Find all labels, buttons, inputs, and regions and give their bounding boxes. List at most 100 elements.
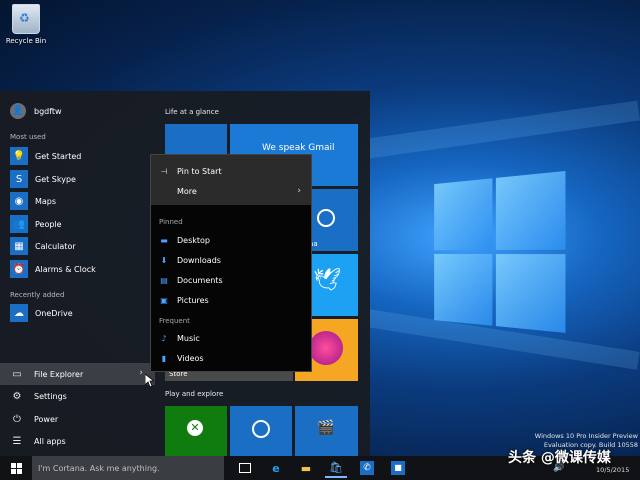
list-icon: ☰ [12, 435, 22, 447]
start-left-column: 👤 bgdftw Most used 💡 Get Started S Get S… [0, 91, 155, 456]
chevron-right-icon[interactable]: › [139, 368, 143, 378]
music-icon: ♪ [161, 333, 167, 343]
pin-icon: ⊣ [160, 166, 168, 176]
file-explorer-label: File Explorer [34, 369, 84, 379]
store-taskbar-button[interactable]: 🛍 [325, 458, 347, 478]
watermark-line1: Windows 10 Pro Insider Preview [534, 432, 638, 440]
app-calculator[interactable]: ▦ Calculator [10, 236, 150, 256]
alarm-clock-icon: ⏰ [10, 260, 28, 278]
life-at-a-glance-header: Life at a glance [165, 108, 219, 116]
pin-to-start-item[interactable]: ⊣ Pin to Start [159, 163, 309, 179]
power-icon: ⏻ [13, 413, 21, 425]
phone-taskbar-button[interactable]: ✆ [356, 458, 378, 478]
pictures-icon: ▣ [160, 295, 168, 305]
xbox-tile[interactable]: ✕ [165, 406, 227, 456]
people-icon: 👥 [10, 215, 28, 233]
folder-icon: ▭ [12, 368, 22, 380]
mouse-cursor-icon [145, 374, 154, 388]
file-explorer-row[interactable]: ▭ File Explorer › [0, 363, 155, 385]
app-alarms-clock[interactable]: ⏰ Alarms & Clock [10, 259, 150, 279]
light-beam [359, 100, 640, 160]
power-label: Power [34, 414, 59, 424]
chevron-right-icon: › [297, 186, 301, 196]
task-view-icon [239, 463, 251, 473]
frequent-label: Music [177, 333, 200, 343]
pinned-label: Pictures [177, 295, 209, 305]
skype-icon: S [10, 170, 28, 188]
onedrive-icon: ☁ [10, 304, 28, 322]
app-label: Get Started [35, 151, 82, 161]
file-explorer-taskbar-button[interactable]: ▬ [295, 458, 317, 478]
download-icon: ⬇ [160, 255, 168, 265]
pinned-label: Desktop [177, 235, 210, 245]
settings-item[interactable]: ⚙ Settings [10, 387, 150, 405]
task-view-button[interactable] [234, 458, 256, 478]
pinned-desktop[interactable]: ▬ Desktop [159, 232, 309, 248]
pinned-documents[interactable]: ▤ Documents [159, 272, 309, 288]
edge-icon: e [272, 461, 280, 475]
pinned-label: Documents [177, 275, 223, 285]
app-maps[interactable]: ◉ Maps [10, 191, 150, 211]
app-onedrive[interactable]: ☁ OneDrive [10, 303, 150, 323]
more-item[interactable]: More › [159, 183, 309, 199]
avatar: 👤 [10, 103, 26, 119]
frequent-videos[interactable]: ▮ Videos [159, 350, 309, 366]
app-label: Maps [35, 196, 57, 206]
cortana-search-box[interactable]: I'm Cortana. Ask me anything. [32, 456, 224, 480]
mail-tile-text: We speak Gmail [262, 143, 335, 153]
recycle-bin-icon [12, 4, 40, 34]
all-apps-label: All apps [34, 436, 66, 446]
clapperboard-icon: 🎬 [317, 420, 335, 436]
file-explorer-item[interactable]: ▭ File Explorer [10, 365, 150, 383]
store-bag-icon: 🛍 [329, 460, 343, 474]
pinned-downloads[interactable]: ⬇ Downloads [159, 252, 309, 268]
recently-added-header: Recently added [10, 291, 65, 299]
candy-icon [309, 331, 343, 365]
user-name: bgdftw [34, 106, 62, 116]
edge-button[interactable]: e [265, 458, 287, 478]
most-used-header: Most used [10, 133, 46, 141]
calculator-icon: ▦ [10, 237, 28, 255]
jump-list-context-menu: ⊣ Pin to Start More › Pinned ▬ Desktop ⬇… [151, 155, 311, 371]
power-item[interactable]: ⏻ Power [10, 410, 150, 428]
user-account[interactable]: 👤 bgdftw [10, 103, 62, 119]
video-taskbar-button[interactable]: ■ [387, 458, 409, 478]
phone-icon: ✆ [360, 461, 374, 475]
all-apps-item[interactable]: ☰ All apps [10, 432, 150, 450]
maps-icon: ◉ [10, 192, 28, 210]
play-and-explore-header: Play and explore [165, 390, 224, 398]
pin-to-start-label: Pin to Start [177, 166, 222, 176]
frequent-music[interactable]: ♪ Music [159, 330, 309, 346]
pinned-header: Pinned [159, 218, 183, 226]
xbox-icon: ✕ [187, 420, 203, 436]
recycle-bin[interactable]: Recycle Bin [4, 4, 48, 45]
store-tile-label: Store [169, 370, 188, 378]
settings-label: Settings [34, 391, 67, 401]
frequent-label: Videos [177, 353, 204, 363]
lightbulb-icon: 💡 [10, 147, 28, 165]
windows-logo-wallpaper [434, 170, 567, 335]
cortana-ring-icon [317, 209, 335, 227]
documents-icon: ▤ [160, 275, 168, 285]
pinned-pictures[interactable]: ▣ Pictures [159, 292, 309, 308]
app-label: People [35, 219, 62, 229]
app-label: Calculator [35, 241, 76, 251]
taskbar-clock-date[interactable]: 10/5/2015 [596, 466, 629, 474]
frequent-header: Frequent [159, 317, 190, 325]
movies-tile[interactable]: 🎬 [295, 406, 358, 456]
groove-music-tile[interactable] [230, 406, 292, 456]
gear-icon: ⚙ [12, 390, 22, 402]
search-placeholder: I'm Cortana. Ask me anything. [38, 463, 160, 473]
start-button[interactable] [0, 456, 32, 480]
more-label: More [177, 186, 197, 196]
pinned-label: Downloads [177, 255, 221, 265]
app-get-started[interactable]: 💡 Get Started [10, 146, 150, 166]
video-camera-icon: ■ [391, 461, 405, 475]
app-label: Get Skype [35, 174, 76, 184]
twitter-bird-icon: 🕊 [313, 268, 341, 293]
app-people[interactable]: 👥 People [10, 214, 150, 234]
folder-icon: ▬ [300, 461, 312, 475]
desktop-icon: ▬ [160, 235, 168, 245]
windows-icon [10, 462, 22, 474]
app-get-skype[interactable]: S Get Skype [10, 169, 150, 189]
